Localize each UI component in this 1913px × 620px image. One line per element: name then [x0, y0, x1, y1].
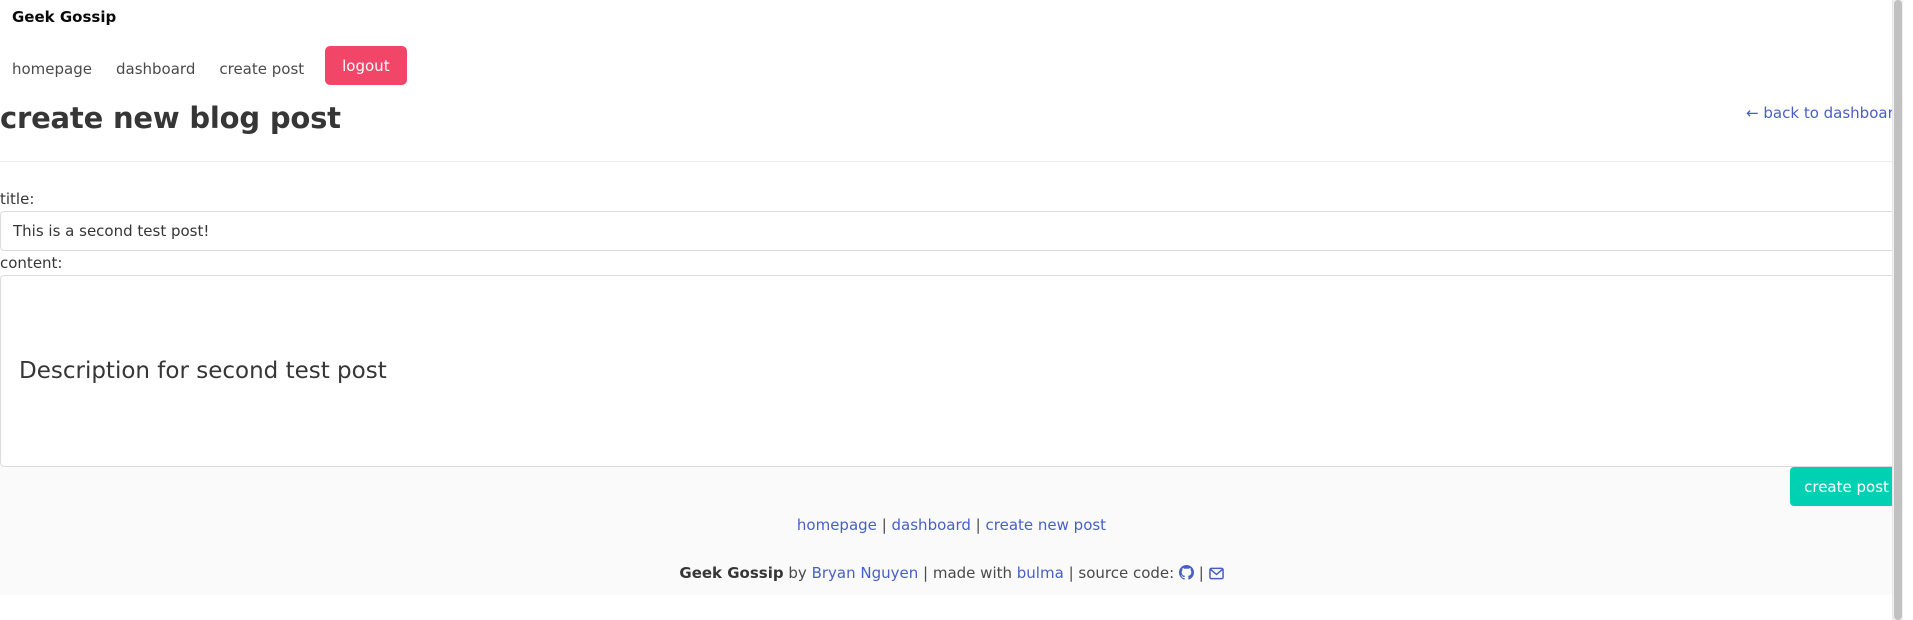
footer-credit: Geek Gossip by Bryan Nguyen | made with …	[0, 564, 1903, 584]
logout-button[interactable]: logout	[325, 46, 407, 85]
bulma-link[interactable]: bulma	[1017, 564, 1064, 582]
back-to-dashboard-link[interactable]: ← back to dashboard	[1746, 104, 1903, 122]
content-label: content:	[0, 254, 63, 272]
footer-links: homepage | dashboard | create new post	[0, 516, 1903, 534]
page: Geek Gossip homepage dashboard create po…	[0, 0, 1903, 620]
source-code-text: | source code:	[1068, 564, 1175, 582]
scrollbar-thumb[interactable]	[1894, 0, 1902, 620]
navbar-menu: homepage dashboard create post logout	[12, 46, 407, 89]
footer-separator: |	[1198, 564, 1204, 582]
divider	[0, 161, 1903, 162]
made-with-text: | made with	[923, 564, 1012, 582]
footer-link-dashboard[interactable]: dashboard	[892, 516, 971, 534]
nav-link-homepage[interactable]: homepage	[12, 60, 92, 78]
content-text: Description for second test post	[19, 358, 387, 384]
navbar-brand[interactable]: Geek Gossip	[12, 8, 116, 26]
author-link[interactable]: Bryan Nguyen	[812, 564, 919, 582]
nav-link-create-post[interactable]: create post	[219, 60, 304, 78]
envelope-icon[interactable]	[1208, 566, 1224, 584]
footer-brand: Geek Gossip	[679, 564, 784, 582]
footer-by-text: by	[788, 564, 807, 582]
footer: create post homepage | dashboard | creat…	[0, 467, 1903, 595]
github-icon[interactable]	[1178, 565, 1194, 584]
footer-separator: |	[881, 516, 887, 534]
create-post-button[interactable]: create post	[1790, 467, 1903, 506]
title-input[interactable]	[0, 211, 1903, 251]
scrollbar[interactable]	[1892, 0, 1903, 620]
footer-separator: |	[975, 516, 981, 534]
page-title: create new blog post	[0, 101, 341, 135]
nav-link-dashboard[interactable]: dashboard	[116, 60, 195, 78]
footer-link-homepage[interactable]: homepage	[797, 516, 877, 534]
footer-link-create-new-post[interactable]: create new post	[986, 516, 1107, 534]
title-label: title:	[0, 190, 35, 208]
content-textarea[interactable]: Description for second test post	[0, 275, 1903, 467]
